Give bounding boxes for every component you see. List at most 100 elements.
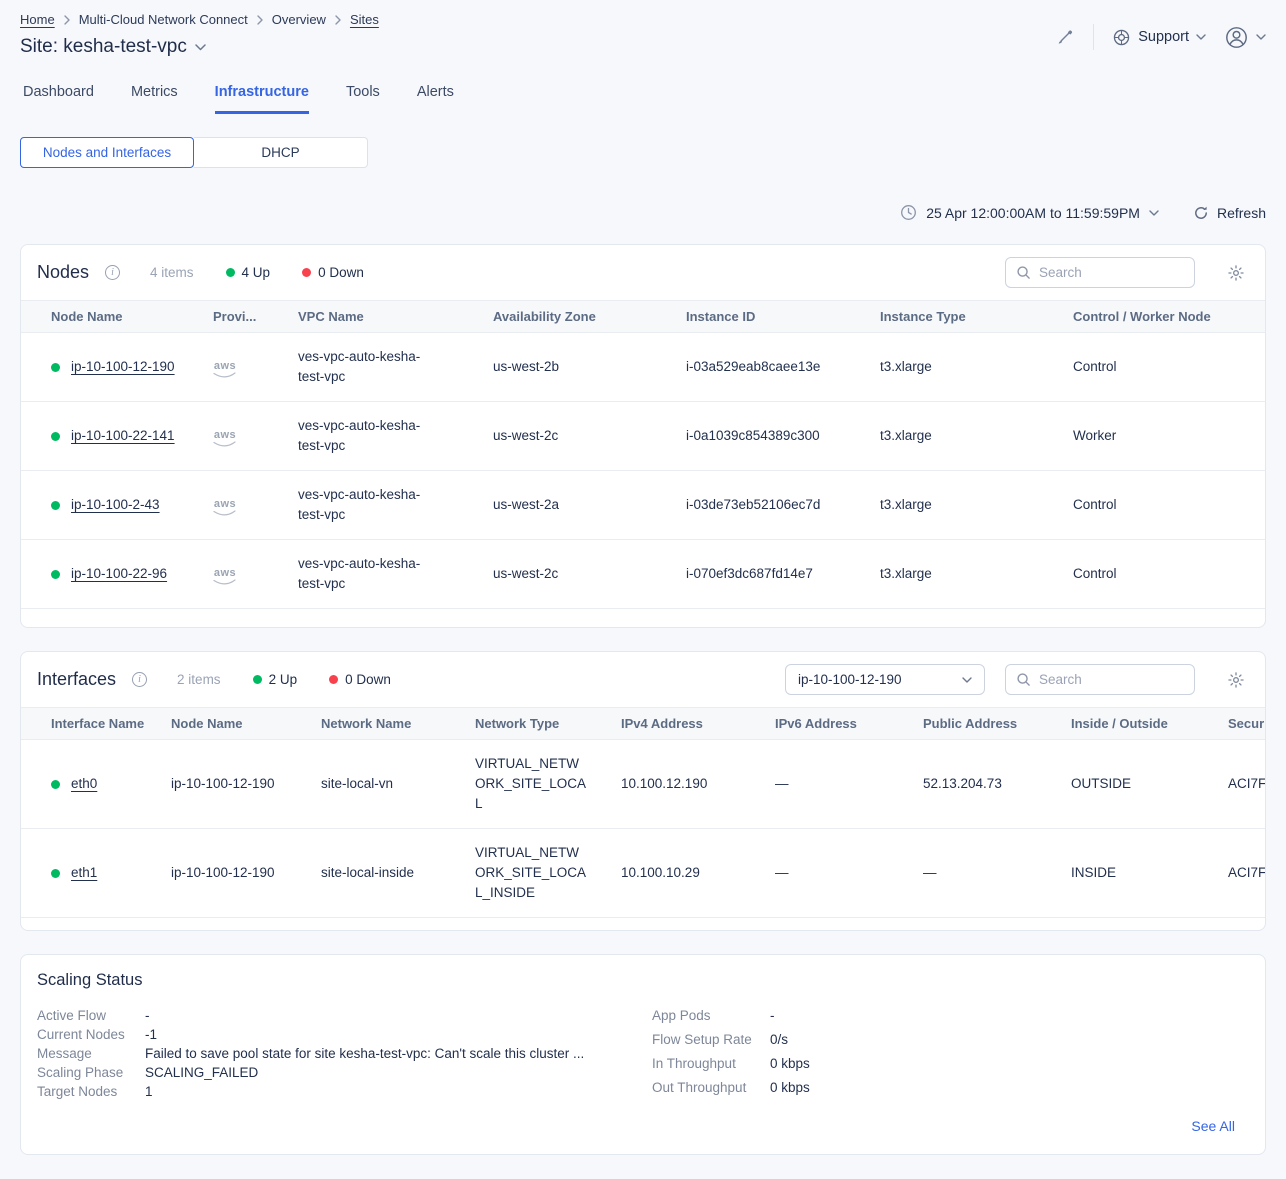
- nodes-table-header-row: Node Name Provi... VPC Name Availability…: [21, 301, 1265, 333]
- interfaces-title: Interfaces: [37, 669, 116, 690]
- col-node-name[interactable]: Node Name: [151, 708, 301, 740]
- node-link[interactable]: ip-10-100-22-96: [71, 564, 167, 584]
- interface-status-dot: [51, 780, 60, 789]
- col-availability-zone[interactable]: Availability Zone: [473, 301, 666, 333]
- subtab-nodes-and-interfaces[interactable]: Nodes and Interfaces: [20, 137, 194, 168]
- instance-type-cell: t3.xlarge: [860, 333, 1053, 402]
- info-icon[interactable]: i: [132, 672, 147, 687]
- col-provider[interactable]: Provi...: [193, 301, 278, 333]
- public-address-cell: —: [903, 829, 1051, 918]
- col-instance-type[interactable]: Instance Type: [860, 301, 1053, 333]
- time-toolbar: 25 Apr 12:00:00AM to 11:59:59PM Refresh: [20, 204, 1266, 221]
- vpc-name-cell: ves-vpc-auto-kesha-test-vpc: [278, 333, 473, 402]
- interfaces-items-count: 2 items: [177, 672, 221, 687]
- nodes-down-legend: 0 Down: [302, 265, 364, 280]
- instance-type-cell: t3.xlarge: [860, 402, 1053, 471]
- tab-metrics[interactable]: Metrics: [131, 84, 178, 114]
- col-interface-name[interactable]: Interface Name: [21, 708, 151, 740]
- date-range-label: 25 Apr 12:00:00AM to 11:59:59PM: [926, 205, 1140, 221]
- chevron-right-icon: [257, 15, 263, 25]
- table-row: eth0 ip-10-100-12-190 site-local-vn VIRT…: [21, 740, 1265, 829]
- col-security[interactable]: Security: [1208, 708, 1265, 740]
- tab-alerts[interactable]: Alerts: [417, 84, 454, 114]
- tab-dashboard[interactable]: Dashboard: [23, 84, 94, 114]
- chevron-right-icon: [64, 15, 70, 25]
- nodes-title: Nodes: [37, 262, 89, 283]
- col-instance-id[interactable]: Instance ID: [666, 301, 860, 333]
- tab-tools[interactable]: Tools: [346, 84, 380, 114]
- node-link[interactable]: ip-10-100-2-43: [71, 495, 160, 515]
- kv-label: Target Nodes: [37, 1084, 145, 1099]
- col-network-type[interactable]: Network Type: [455, 708, 601, 740]
- green-status-dot: [253, 675, 262, 684]
- network-name-cell: site-local-inside: [301, 829, 455, 918]
- col-control-worker[interactable]: Control / Worker Node: [1053, 301, 1265, 333]
- account-menu[interactable]: [1224, 25, 1266, 50]
- gear-icon[interactable]: [1227, 264, 1245, 282]
- interface-link[interactable]: eth0: [71, 774, 97, 794]
- kv-label: Out Throughput: [652, 1080, 770, 1095]
- col-ipv6-address[interactable]: IPv6 Address: [755, 708, 903, 740]
- nodes-table: Node Name Provi... VPC Name Availability…: [21, 300, 1265, 609]
- breadcrumb-home[interactable]: Home: [20, 12, 55, 27]
- kv-label: Message: [37, 1046, 145, 1061]
- refresh-button[interactable]: Refresh: [1193, 205, 1266, 221]
- scaling-left-column: Active Flow - Current Nodes -1 Message F…: [37, 1008, 652, 1104]
- kv-label: Current Nodes: [37, 1027, 145, 1042]
- node-filter-dropdown[interactable]: ip-10-100-12-190: [785, 664, 985, 695]
- role-cell: Worker: [1053, 402, 1265, 471]
- interfaces-search-input[interactable]: [1039, 672, 1184, 687]
- interface-status-dot: [51, 869, 60, 878]
- node-status-dot: [51, 363, 60, 372]
- col-network-name[interactable]: Network Name: [301, 708, 455, 740]
- col-inside-outside[interactable]: Inside / Outside: [1051, 708, 1208, 740]
- vpc-name-cell: ves-vpc-auto-kesha-test-vpc: [278, 402, 473, 471]
- table-row: ip-10-100-22-96 aws ves-vpc-auto-kesha-t…: [21, 540, 1265, 609]
- subtab-dhcp[interactable]: DHCP: [194, 137, 368, 168]
- breadcrumb-overview[interactable]: Overview: [272, 12, 326, 27]
- col-node-name[interactable]: Node Name: [21, 301, 193, 333]
- chevron-down-icon: [1256, 34, 1266, 40]
- interfaces-up-label: 2 Up: [269, 672, 298, 687]
- interfaces-down-legend: 0 Down: [329, 672, 391, 687]
- breadcrumb-sites[interactable]: Sites: [350, 12, 379, 27]
- instance-type-cell: t3.xlarge: [860, 471, 1053, 540]
- node-filter-value: ip-10-100-12-190: [798, 672, 902, 687]
- tab-infrastructure[interactable]: Infrastructure: [215, 84, 309, 114]
- az-cell: us-west-2b: [473, 333, 666, 402]
- search-icon: [1016, 672, 1031, 687]
- kv-label: In Throughput: [652, 1056, 770, 1071]
- interface-link[interactable]: eth1: [71, 863, 97, 883]
- support-lifebuoy-icon: [1112, 28, 1131, 47]
- breadcrumb-mcn[interactable]: Multi-Cloud Network Connect: [79, 12, 248, 27]
- support-menu[interactable]: Support: [1112, 28, 1206, 47]
- col-ipv4-address[interactable]: IPv4 Address: [601, 708, 755, 740]
- kv-value: 1: [145, 1084, 153, 1099]
- gear-icon[interactable]: [1227, 671, 1245, 689]
- scaling-status-card: Scaling Status Active Flow - Current Nod…: [20, 954, 1266, 1155]
- date-range-picker[interactable]: 25 Apr 12:00:00AM to 11:59:59PM: [900, 204, 1159, 221]
- instance-id-cell: i-03a529eab8caee13e: [666, 333, 860, 402]
- topbar-right: Support: [1054, 10, 1266, 50]
- kv-label: Active Flow: [37, 1008, 145, 1023]
- col-public-address[interactable]: Public Address: [903, 708, 1051, 740]
- node-link[interactable]: ip-10-100-12-190: [71, 357, 175, 377]
- node-link[interactable]: ip-10-100-22-141: [71, 426, 175, 446]
- nodes-search-input[interactable]: [1039, 265, 1184, 280]
- az-cell: us-west-2c: [473, 540, 666, 609]
- inside-outside-cell: OUTSIDE: [1051, 740, 1208, 829]
- theme-brush-icon[interactable]: [1054, 27, 1075, 48]
- node-name-cell: ip-10-100-12-190: [151, 829, 301, 918]
- topbar-divider: [1093, 24, 1094, 50]
- info-icon[interactable]: i: [105, 265, 120, 280]
- col-vpc-name[interactable]: VPC Name: [278, 301, 473, 333]
- interfaces-table: Interface Name Node Name Network Name Ne…: [21, 707, 1265, 918]
- see-all-link[interactable]: See All: [1191, 1118, 1235, 1134]
- subtab-bar: Nodes and Interfaces DHCP: [20, 137, 1266, 168]
- nodes-search[interactable]: [1005, 257, 1195, 288]
- interfaces-search[interactable]: [1005, 664, 1195, 695]
- chevron-down-icon[interactable]: [195, 44, 206, 51]
- role-cell: Control: [1053, 471, 1265, 540]
- az-cell: us-west-2a: [473, 471, 666, 540]
- instance-id-cell: i-070ef3dc687fd14e7: [666, 540, 860, 609]
